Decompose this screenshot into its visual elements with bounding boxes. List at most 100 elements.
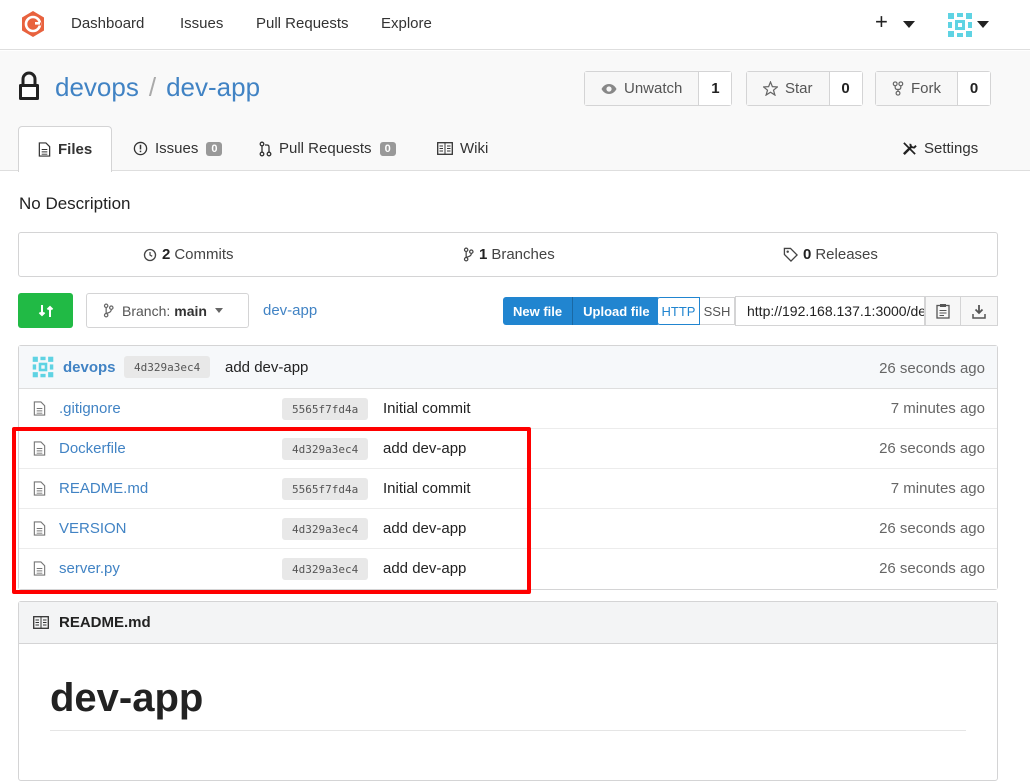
tab-pull-requests[interactable]: Pull Requests 0: [259, 126, 396, 171]
file-name-link[interactable]: server.py: [59, 560, 120, 577]
book-icon: [33, 616, 49, 629]
branches-count: 1: [479, 246, 488, 263]
star-label: Star: [785, 80, 813, 97]
create-new-button[interactable]: +: [875, 11, 888, 33]
file-commit-message[interactable]: add dev-app: [383, 560, 466, 577]
file-commit-sha[interactable]: 5565f7fd4a: [282, 478, 369, 500]
user-avatar[interactable]: [946, 11, 974, 39]
file-commit-age: 26 seconds ago: [879, 560, 985, 577]
new-file-button[interactable]: New file: [503, 297, 573, 325]
repo-title: devops / dev-app: [55, 72, 260, 103]
commits-label: Commits: [174, 246, 234, 263]
history-icon: [143, 248, 157, 261]
file-commit-sha[interactable]: 4d329a3ec4: [282, 438, 369, 460]
unwatch-button[interactable]: Unwatch: [585, 72, 700, 105]
nav-explore[interactable]: Explore: [381, 15, 432, 32]
releases-stat[interactable]: 0 Releases: [783, 246, 878, 263]
fork-button[interactable]: Fork: [876, 72, 958, 105]
ssh-clone-toggle[interactable]: SSH: [700, 297, 735, 325]
tab-pull-requests-label: Pull Requests: [279, 140, 372, 157]
file-commit-message[interactable]: Initial commit: [383, 480, 471, 497]
file-actions-group: New file Upload file: [503, 297, 660, 325]
file-commit-message[interactable]: add dev-app: [383, 520, 466, 537]
nav-pull-requests[interactable]: Pull Requests: [256, 15, 349, 32]
http-clone-toggle[interactable]: HTTP: [657, 297, 700, 325]
tab-wiki[interactable]: Wiki: [437, 126, 488, 171]
file-icon: [33, 521, 46, 536]
file-commit-message[interactable]: Initial commit: [383, 400, 471, 417]
tab-issues[interactable]: Issues 0: [133, 126, 223, 171]
file-row: server.py 4d329a3ec4 add dev-app 26 seco…: [19, 549, 997, 589]
commit-message[interactable]: add dev-app: [225, 359, 308, 376]
tab-files[interactable]: Files: [18, 126, 113, 172]
book-icon: [437, 142, 453, 155]
file-row: Dockerfile 4d329a3ec4 add dev-app 26 sec…: [19, 429, 997, 469]
repo-header: devops / dev-app Unwatch 1 Star 0 Fork 0 F…: [0, 51, 1030, 172]
watch-count[interactable]: 1: [699, 72, 732, 105]
file-commit-message[interactable]: add dev-app: [383, 440, 466, 457]
file-name-link[interactable]: README.md: [59, 480, 148, 497]
tab-settings[interactable]: Settings: [902, 126, 978, 171]
file-commit-age: 26 seconds ago: [879, 440, 985, 457]
star-button[interactable]: Star: [747, 72, 830, 105]
tools-icon: [903, 142, 917, 155]
file-commit-age: 7 minutes ago: [890, 400, 985, 417]
repo-name-link[interactable]: dev-app: [166, 72, 260, 102]
readme-filename: README.md: [59, 614, 151, 631]
branches-stat[interactable]: 1 Branches: [463, 246, 555, 263]
commit-sha-button[interactable]: 4d329a3ec4: [124, 356, 211, 378]
fork-icon: [892, 81, 904, 96]
star-icon: [763, 81, 778, 96]
file-row: VERSION 4d329a3ec4 add dev-app 26 second…: [19, 509, 997, 549]
file-name-link[interactable]: VERSION: [59, 520, 127, 537]
repo-owner-link[interactable]: devops: [55, 72, 139, 102]
nav-issues[interactable]: Issues: [180, 15, 223, 32]
repo-description: No Description: [19, 194, 131, 213]
tag-icon: [783, 247, 798, 262]
branch-prefix: Branch:: [122, 302, 171, 319]
compare-pull-button[interactable]: [18, 293, 73, 328]
download-archive-button[interactable]: [961, 296, 998, 326]
private-lock-icon: [19, 71, 39, 100]
releases-label: Releases: [815, 246, 878, 263]
create-dropdown-caret-icon[interactable]: [903, 21, 915, 28]
file-icon: [33, 441, 46, 456]
commit-age: 26 seconds ago: [879, 360, 985, 377]
file-commit-age: 26 seconds ago: [879, 520, 985, 537]
repo-title-separator: /: [148, 72, 157, 102]
commits-stat[interactable]: 2 Commits: [143, 246, 234, 263]
readme-divider: [50, 730, 966, 731]
branches-label: Branches: [491, 246, 555, 263]
breadcrumb-repo-link[interactable]: dev-app: [263, 302, 317, 319]
file-icon: [33, 561, 46, 576]
clone-url-input[interactable]: http://192.168.137.1:3000/devops/dev-app…: [735, 296, 925, 326]
file-commit-sha[interactable]: 4d329a3ec4: [282, 518, 369, 540]
readme-header: README.md: [19, 602, 997, 644]
top-navbar: Dashboard Issues Pull Requests Explore +: [0, 0, 1030, 50]
chevron-down-icon: [214, 308, 223, 313]
author-avatar[interactable]: [31, 355, 55, 379]
file-name-link[interactable]: .gitignore: [59, 400, 121, 417]
upload-file-button[interactable]: Upload file: [572, 297, 660, 325]
star-button-group: Star 0: [746, 71, 863, 106]
file-icon: [33, 401, 46, 416]
commit-author-link[interactable]: devops: [63, 359, 116, 376]
file-commit-sha[interactable]: 5565f7fd4a: [282, 398, 369, 420]
gitea-logo-icon[interactable]: [19, 10, 47, 38]
copy-clone-url-button[interactable]: [925, 296, 961, 326]
file-commit-age: 7 minutes ago: [890, 480, 985, 497]
file-commit-sha[interactable]: 4d329a3ec4: [282, 558, 369, 580]
branch-selector[interactable]: Branch: main: [86, 293, 249, 328]
file-icon: [33, 481, 46, 496]
fork-count[interactable]: 0: [958, 72, 990, 105]
fork-label: Fork: [911, 80, 941, 97]
nav-dashboard[interactable]: Dashboard: [71, 15, 144, 32]
tab-wiki-label: Wiki: [460, 140, 489, 157]
latest-commit-row: devops 4d329a3ec4 add dev-app 26 seconds…: [19, 346, 997, 389]
clipboard-icon: [936, 304, 950, 319]
star-count[interactable]: 0: [829, 72, 862, 105]
user-menu-caret-icon[interactable]: [977, 21, 989, 28]
branch-name: main: [174, 302, 207, 319]
sync-arrows-icon: [38, 304, 53, 317]
file-name-link[interactable]: Dockerfile: [59, 440, 126, 457]
